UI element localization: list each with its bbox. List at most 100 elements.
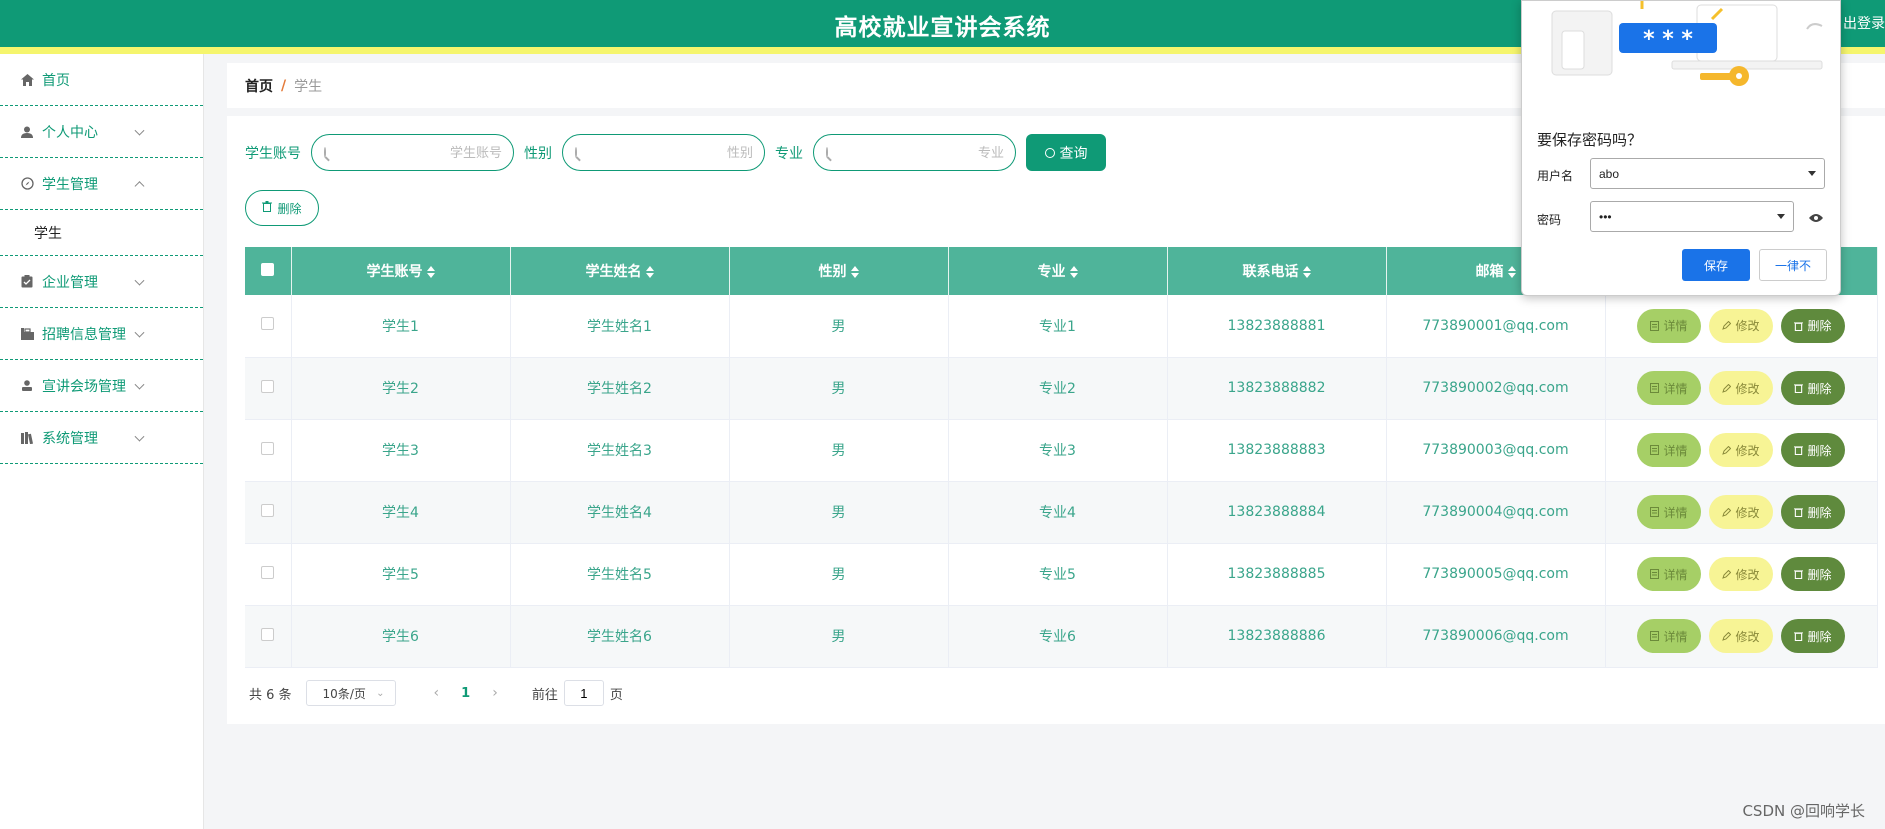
row-select-cell xyxy=(245,295,292,358)
row-checkbox[interactable] xyxy=(261,441,275,455)
detail-button[interactable]: 详情 xyxy=(1637,557,1701,591)
sidebar-item-label: 招聘信息管理 xyxy=(42,326,126,343)
search-icon xyxy=(575,147,577,158)
col-header-account[interactable]: 学生账号 xyxy=(291,247,511,295)
cell-phone: 13823888884 xyxy=(1167,481,1387,544)
account-label: 学生账号 xyxy=(245,145,301,162)
prev-page-icon[interactable]: ‹ xyxy=(434,685,440,701)
sort-icon[interactable] xyxy=(645,266,654,278)
edit-button[interactable]: 修改 xyxy=(1709,619,1773,653)
query-button[interactable]: 查询 xyxy=(1026,134,1106,171)
document-icon xyxy=(1650,320,1660,331)
page-size-select[interactable]: 10条/页 ⌄ xyxy=(305,680,396,706)
sidebar-subitem-student[interactable]: 学生 xyxy=(0,210,203,256)
col-header-phone[interactable]: 联系电话 xyxy=(1167,247,1387,295)
detail-button[interactable]: 详情 xyxy=(1637,619,1701,653)
cell-major: 专业4 xyxy=(948,481,1168,544)
gender-label: 性别 xyxy=(524,145,552,162)
sidebar-item-venue-management[interactable]: 宣讲会场管理 xyxy=(0,360,203,412)
document-icon xyxy=(1650,383,1660,393)
logout-link[interactable]: 出登录 xyxy=(1843,13,1885,33)
cell-phone: 13823888882 xyxy=(1167,357,1387,420)
sidebar-item-company-management[interactable]: 企业管理 xyxy=(0,256,203,308)
edit-button[interactable]: 修改 xyxy=(1709,557,1773,591)
cell-phone: 13823888885 xyxy=(1167,543,1387,606)
account-search-box xyxy=(311,134,518,171)
watermark: CSDN @回响学长 xyxy=(1742,802,1865,820)
never-save-button[interactable]: 一律不 xyxy=(1759,249,1827,281)
delete-button[interactable]: 删除 xyxy=(1781,619,1845,653)
major-search-input[interactable] xyxy=(828,145,1020,160)
breadcrumb-separator: / xyxy=(281,77,287,94)
dropdown-caret-icon xyxy=(1777,214,1785,219)
batch-delete-button[interactable]: 删除 xyxy=(245,190,319,226)
sidebar-item-personal-center[interactable]: 个人中心 xyxy=(0,106,203,158)
cell-account: 学生1 xyxy=(291,295,511,358)
delete-button[interactable]: 删除 xyxy=(1781,433,1845,467)
row-checkbox[interactable] xyxy=(261,565,275,579)
row-checkbox[interactable] xyxy=(261,503,275,517)
search-bar: 学生账号 性别 专业 查询 xyxy=(245,134,1106,171)
chevron-down-icon: ⌄ xyxy=(376,687,385,699)
password-label: 密码 xyxy=(1537,213,1562,227)
page-number-current[interactable]: 1 xyxy=(461,686,470,701)
next-page-icon[interactable]: › xyxy=(492,685,498,701)
select-all-checkbox[interactable] xyxy=(261,262,275,276)
sidebar-item-label: 学生管理 xyxy=(42,176,98,193)
select-all-cell xyxy=(245,247,292,295)
table-row: 学生6 学生姓名6 男专业6 13823888886 773890006@qq.com 详… xyxy=(245,605,1878,668)
sort-icon[interactable] xyxy=(1507,266,1516,278)
search-icon xyxy=(1044,147,1055,158)
detail-button[interactable]: 详情 xyxy=(1637,308,1701,343)
password-select[interactable]: ••• xyxy=(1590,201,1794,232)
cell-phone: 13823888883 xyxy=(1167,419,1387,482)
cell-account: 学生2 xyxy=(291,357,511,420)
row-select-cell xyxy=(245,481,292,544)
compass-icon xyxy=(20,177,34,191)
sidebar-item-home[interactable]: 首页 xyxy=(0,54,203,106)
edit-button[interactable]: 修改 xyxy=(1709,371,1773,405)
username-select[interactable]: abo xyxy=(1590,158,1825,189)
document-icon xyxy=(1650,507,1660,517)
detail-button[interactable]: 详情 xyxy=(1637,433,1701,467)
sort-icon[interactable] xyxy=(850,266,859,278)
eye-icon[interactable] xyxy=(1809,211,1823,227)
delete-button[interactable]: 删除 xyxy=(1781,557,1845,591)
sort-icon[interactable] xyxy=(426,266,435,278)
sidebar-item-recruitment-management[interactable]: 招聘信息管理 xyxy=(0,308,203,360)
col-header-major[interactable]: 专业 xyxy=(948,247,1168,295)
goto-page-input[interactable] xyxy=(563,680,604,706)
edit-button[interactable]: 修改 xyxy=(1709,495,1773,529)
breadcrumb-home[interactable]: 首页 xyxy=(245,76,273,96)
save-password-button[interactable]: 保存 xyxy=(1682,249,1750,281)
delete-button[interactable]: 删除 xyxy=(1781,371,1845,405)
detail-button[interactable]: 详情 xyxy=(1637,371,1701,405)
delete-button[interactable]: 删除 xyxy=(1781,495,1845,529)
sort-icon[interactable] xyxy=(1302,266,1311,278)
sidebar-item-label: 宣讲会场管理 xyxy=(42,378,126,395)
sort-icon[interactable] xyxy=(1069,266,1078,278)
edit-button[interactable]: 修改 xyxy=(1709,433,1773,467)
cell-email: 773890006@qq.com xyxy=(1386,605,1606,668)
row-checkbox[interactable] xyxy=(261,317,275,331)
edit-button[interactable]: 修改 xyxy=(1709,308,1773,343)
row-checkbox[interactable] xyxy=(261,379,275,393)
batch-delete-label: 删除 xyxy=(277,201,302,216)
sidebar-item-student-management[interactable]: 学生管理 xyxy=(0,158,203,210)
dialog-title: 要保存密码吗？ xyxy=(1537,132,1643,149)
cell-name: 学生姓名1 xyxy=(510,295,730,358)
sidebar-item-label: 系统管理 xyxy=(42,430,98,447)
gender-search-input[interactable] xyxy=(577,145,769,160)
table-row: 学生5 学生姓名5 男专业5 13823888885 773890005@qq.com 详… xyxy=(245,543,1878,606)
sidebar-item-system-management[interactable]: 系统管理 xyxy=(0,412,203,464)
col-header-name[interactable]: 学生姓名 xyxy=(510,247,730,295)
username-label: 用户名 xyxy=(1537,169,1574,183)
delete-button[interactable]: 删除 xyxy=(1781,308,1845,343)
gender-search-box xyxy=(562,134,769,171)
account-search-input[interactable] xyxy=(326,145,518,160)
cell-email: 773890003@qq.com xyxy=(1386,419,1606,482)
col-header-gender[interactable]: 性别 xyxy=(729,247,949,295)
cell-phone: 13823888886 xyxy=(1167,605,1387,668)
detail-button[interactable]: 详情 xyxy=(1637,495,1701,529)
row-checkbox[interactable] xyxy=(261,627,275,641)
